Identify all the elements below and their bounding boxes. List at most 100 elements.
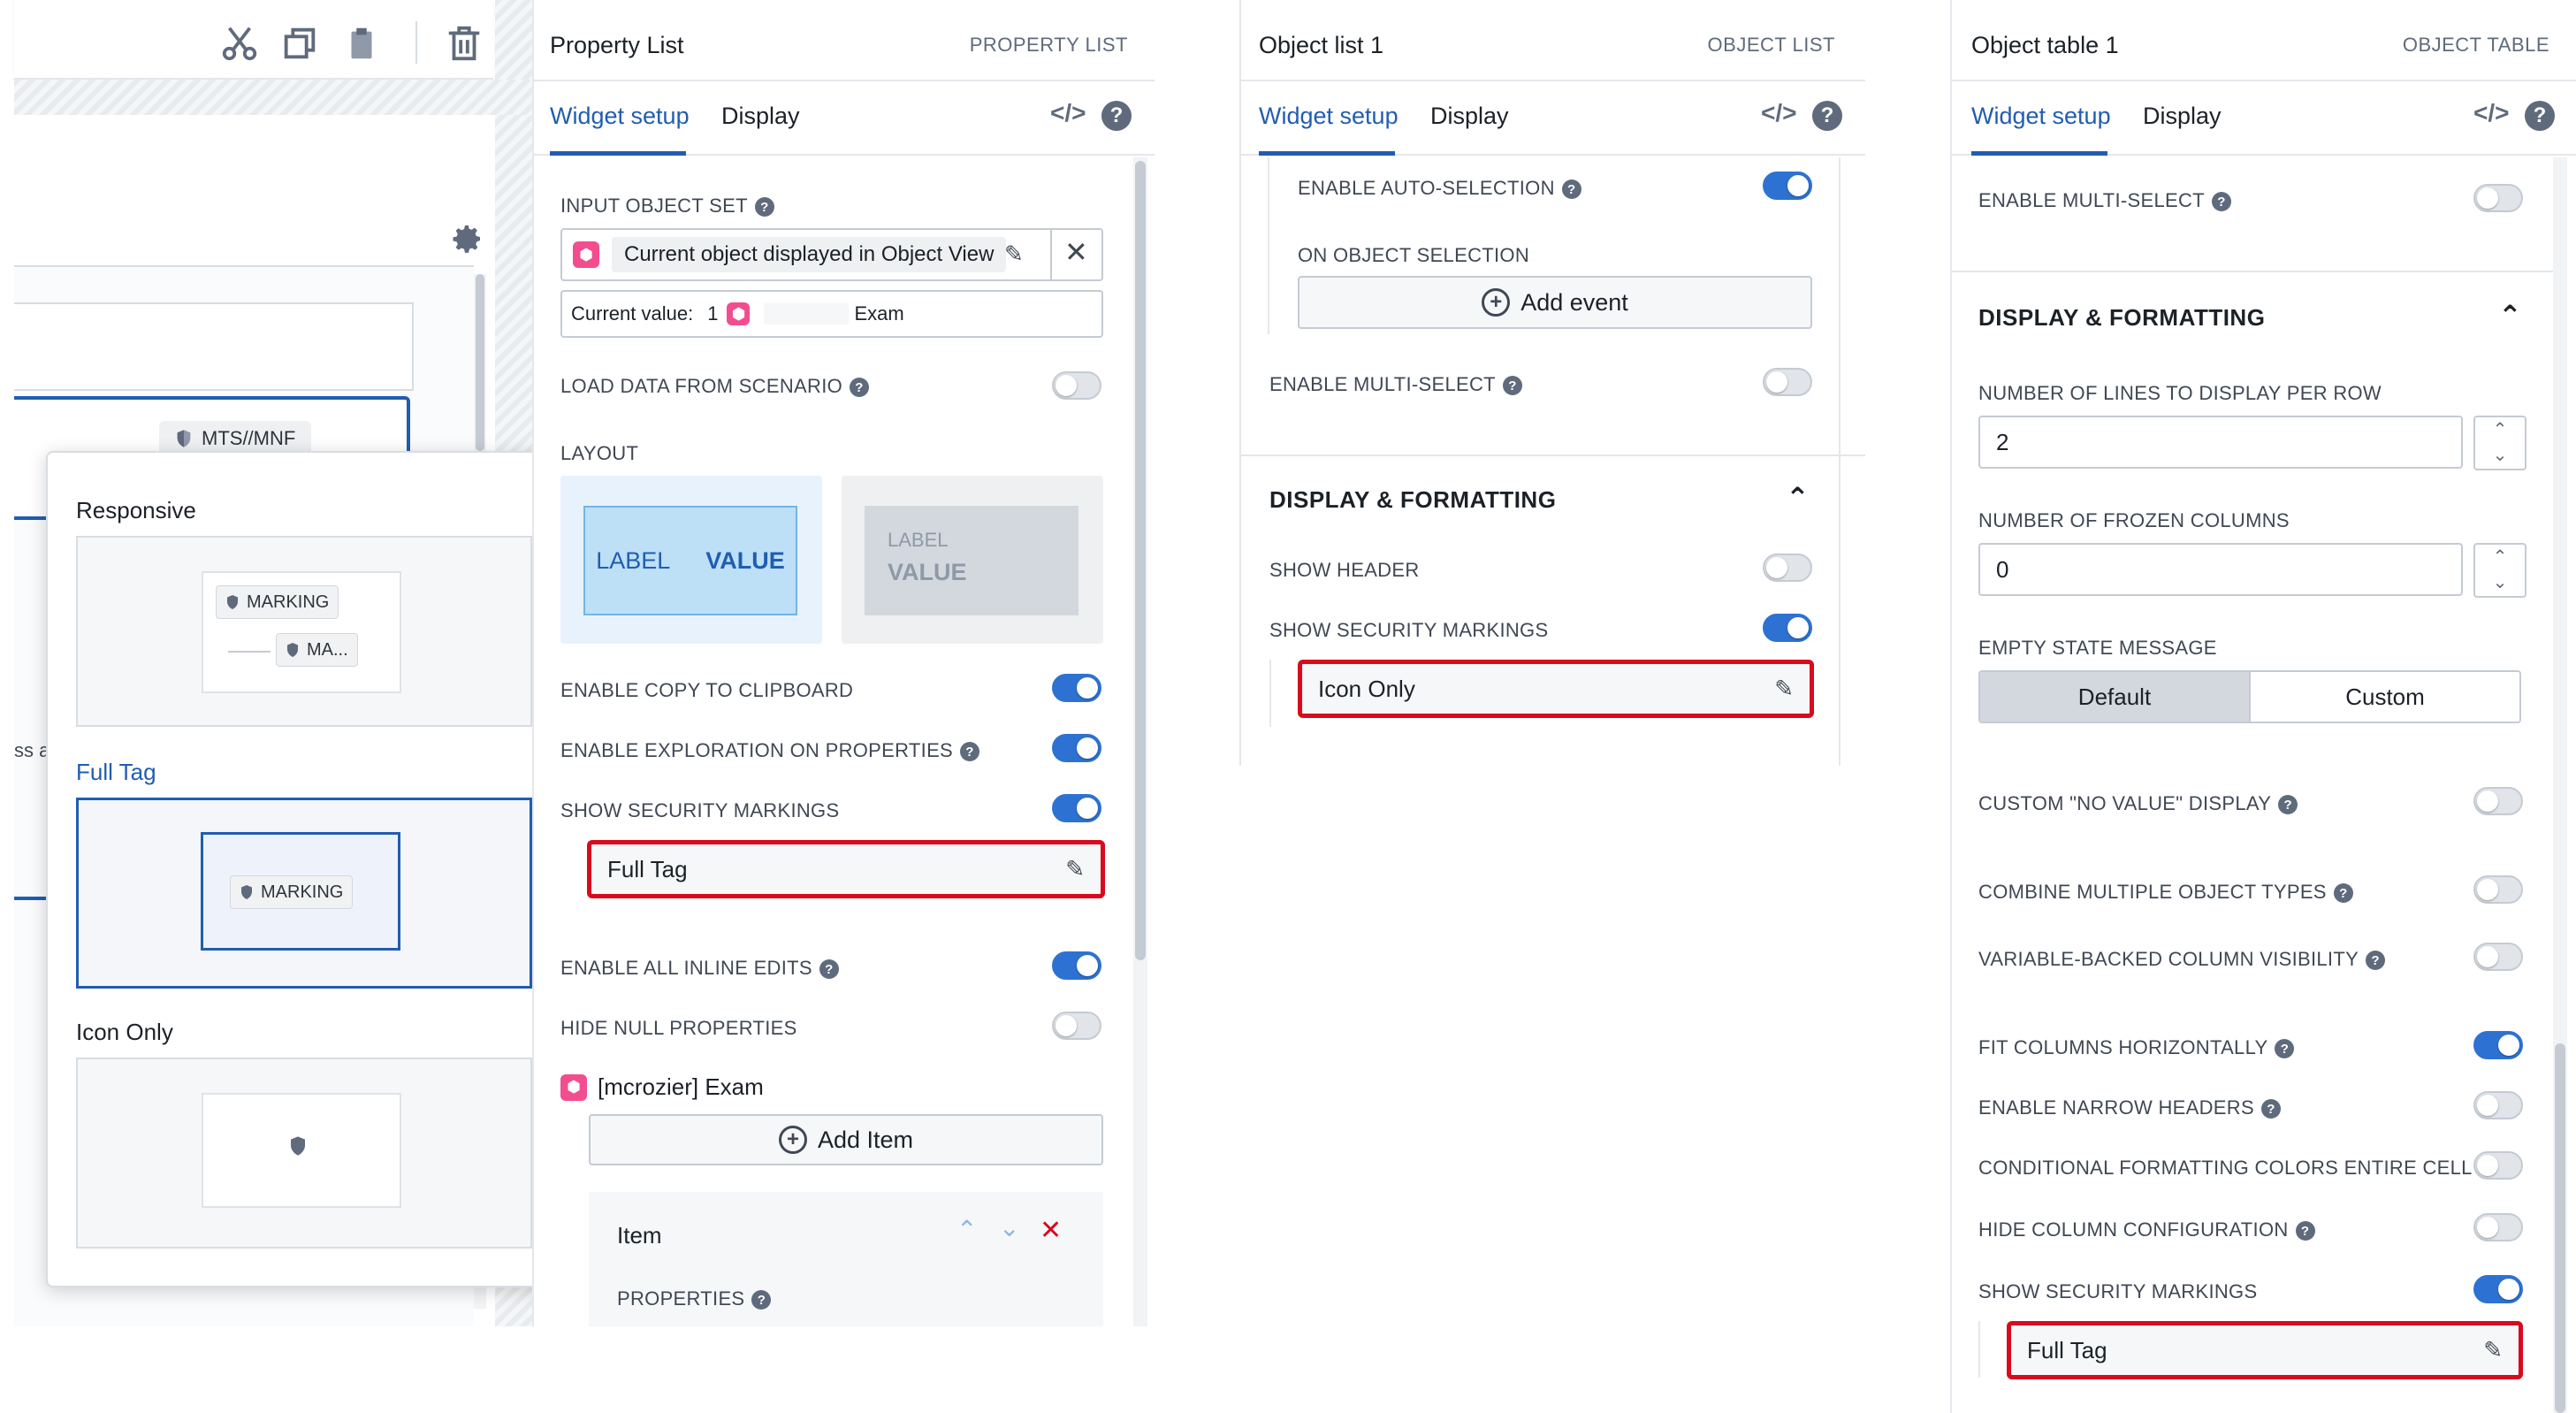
frozen-columns-input[interactable]: 0 [1978,543,2463,596]
code-icon[interactable]: </> [1761,99,1796,127]
tab-display[interactable]: Display [721,103,800,130]
layout-option-inline[interactable]: LABEL VALUE [560,476,822,644]
security-markings-toggle[interactable] [1763,614,1812,642]
chevron-down-icon[interactable]: ⌄ [2475,443,2525,469]
option-icon-only[interactable] [76,1058,532,1249]
tab-display[interactable]: Display [2143,103,2222,130]
display-formatting-header[interactable]: DISPLAY & FORMATTING [1269,486,1556,514]
security-markings-toggle[interactable] [2473,1275,2523,1303]
help-icon[interactable]: ? [1812,101,1842,131]
chevron-up-icon[interactable]: ⌃ [2475,417,2525,443]
security-markings-style-select[interactable]: Icon Only ✎ [1298,660,1814,718]
pencil-icon[interactable]: ✎ [1774,676,1794,703]
fit-columns-toggle[interactable] [2473,1031,2523,1059]
help-icon[interactable]: ? [2295,1221,2315,1241]
add-event-button[interactable]: + Add event [1298,276,1812,329]
combine-types-toggle[interactable] [2473,875,2523,904]
security-markings-label: SHOW SECURITY MARKINGS [1978,1280,2258,1302]
chevron-up-icon[interactable]: ⌃ [956,1215,977,1244]
active-tab-underline [550,151,686,156]
help-icon[interactable]: ? [1502,376,1522,396]
help-icon[interactable]: ? [2525,101,2555,131]
variable-visibility-toggle[interactable] [2473,943,2523,971]
tab-widget-setup[interactable]: Widget setup [550,103,690,130]
option-full-tag[interactable]: MARKING [76,798,532,989]
chevron-down-icon[interactable]: ⌄ [2475,570,2525,596]
help-icon[interactable]: ? [1101,101,1132,131]
multi-select-label: ENABLE MULTI-SELECT? [1978,189,2231,212]
help-icon[interactable]: ? [819,959,839,980]
no-value-display-toggle[interactable] [2473,787,2523,815]
lines-per-row-input[interactable]: 2 [1978,416,2463,469]
empty-state-default[interactable]: Default [1980,672,2251,722]
lines-per-row-stepper[interactable]: ⌃ ⌄ [2473,416,2526,470]
chevron-up-icon[interactable]: ⌃ [1786,481,1810,515]
code-icon[interactable]: </> [2473,99,2509,127]
help-icon[interactable]: ? [850,378,870,398]
add-item-button[interactable]: + Add Item [589,1114,1103,1165]
gear-icon[interactable] [449,221,484,261]
multi-select-toggle[interactable] [2473,184,2523,212]
cut-icon[interactable] [219,23,260,64]
option-responsive-label: Responsive [76,497,196,523]
help-icon[interactable]: ? [751,1290,772,1310]
display-formatting-header[interactable]: DISPLAY & FORMATTING [1978,304,2265,332]
help-icon[interactable]: ? [754,197,774,218]
help-icon[interactable]: ? [2366,951,2386,971]
help-icon[interactable]: ? [2333,883,2353,904]
frozen-columns-stepper[interactable]: ⌃ ⌄ [2473,543,2526,598]
paste-icon[interactable] [341,23,382,64]
tab-display[interactable]: Display [1430,103,1509,130]
exploration-toggle[interactable] [1052,734,1101,762]
close-icon[interactable]: ✕ [1064,235,1088,269]
security-markings-style-select[interactable]: Full Tag ✎ [587,840,1105,898]
tab-widget-setup[interactable]: Widget setup [1259,103,1399,130]
tab-widget-setup[interactable]: Widget setup [1971,103,2111,130]
chevron-up-icon[interactable]: ⌃ [2475,545,2525,570]
panel-edge [1839,157,1841,766]
help-icon[interactable]: ? [2278,795,2298,815]
security-markings-style-select[interactable]: Full Tag ✎ [2007,1321,2523,1379]
conditional-formatting-toggle[interactable] [2473,1151,2523,1180]
empty-state-custom[interactable]: Custom [2251,672,2519,722]
plus-icon: + [778,1126,807,1154]
security-markings-toggle[interactable] [1052,794,1101,822]
empty-state-label: EMPTY STATE MESSAGE [1978,637,2217,659]
show-header-toggle[interactable] [1763,554,1812,582]
copy-clipboard-toggle[interactable] [1052,674,1101,702]
panel-tabs: Widget setup Display </> ? [1241,81,1865,156]
input-object-set[interactable]: ⬢ Current object displayed in Object Vie… [560,228,1103,281]
canvas-scroll-thumb[interactable] [476,274,484,451]
pencil-icon[interactable]: ✎ [2483,1337,2503,1364]
property-list-panel: Property List PROPERTY LIST Widget setup… [532,0,1155,1326]
preview-marking-tag: MARKING [216,585,339,619]
arrow-line [228,651,271,653]
hide-null-toggle[interactable] [1052,1012,1101,1040]
panel-title: Property List [550,32,684,58]
help-icon[interactable]: ? [2260,1099,2281,1119]
help-icon[interactable]: ? [2275,1039,2295,1059]
code-icon[interactable]: </> [1050,99,1086,127]
help-icon[interactable]: ? [960,742,980,762]
option-responsive[interactable]: MARKING MA... [76,536,532,727]
no-value-display-label: CUSTOM "NO VALUE" DISPLAY? [1978,792,2298,815]
pencil-icon[interactable]: ✎ [1065,856,1085,883]
load-from-scenario-toggle[interactable] [1052,371,1101,400]
help-icon[interactable]: ? [1561,179,1581,200]
inline-edits-toggle[interactable] [1052,951,1101,980]
duplicate-icon[interactable] [279,23,320,64]
chevron-up-icon[interactable]: ⌃ [2498,299,2522,332]
panel-scroll-thumb[interactable] [2555,1043,2565,1413]
auto-selection-toggle[interactable] [1763,172,1812,200]
help-icon[interactable]: ? [2211,192,2231,212]
layout-option-stacked[interactable]: LABEL VALUE [842,476,1103,644]
trash-icon[interactable] [444,23,484,64]
hide-column-config-label: HIDE COLUMN CONFIGURATION? [1978,1218,2315,1241]
multi-select-toggle[interactable] [1763,368,1812,396]
panel-scroll-thumb[interactable] [1135,161,1146,960]
hide-column-config-toggle[interactable] [2473,1213,2523,1241]
chevron-down-icon[interactable]: ⌄ [999,1213,1019,1242]
delete-icon[interactable]: ✕ [1040,1215,1062,1246]
narrow-headers-toggle[interactable] [2473,1091,2523,1119]
pencil-icon[interactable]: ✎ [1004,241,1024,268]
